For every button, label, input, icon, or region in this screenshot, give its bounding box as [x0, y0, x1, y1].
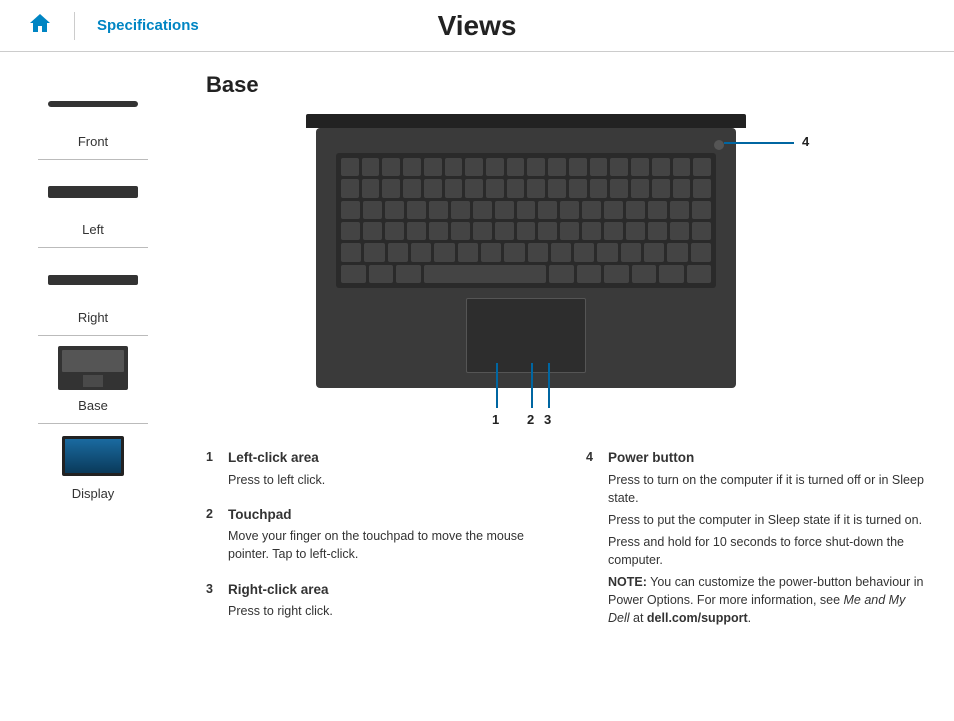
view-thumbnails: Front Left Right Base	[28, 72, 158, 644]
callout-number-1: 1	[492, 412, 499, 427]
feature-column-right: 4 Power button Press to turn on the comp…	[586, 448, 926, 644]
callout-line-3	[548, 363, 550, 408]
feature-column-left: 1 Left-click area Press to left click. 2…	[206, 448, 546, 644]
page-title: Views	[438, 10, 517, 42]
specifications-link[interactable]: Specifications	[97, 17, 199, 34]
thumb-display[interactable]: Display	[38, 424, 148, 511]
callout-line-2	[531, 363, 533, 408]
feature-2-num: 2	[206, 505, 228, 568]
callout-number-4: 4	[802, 134, 809, 149]
feature-1-num: 1	[206, 448, 228, 493]
feature-3-title: Right-click area	[228, 580, 546, 600]
base-diagram: 4 1 2 3	[246, 118, 886, 428]
thumb-left-label: Left	[82, 222, 104, 237]
thumb-front-label: Front	[78, 134, 108, 149]
thumb-base[interactable]: Base	[38, 336, 148, 424]
feature-2: 2 Touchpad Move your finger on the touch…	[206, 505, 546, 568]
callout-number-2: 2	[527, 412, 534, 427]
thumb-front[interactable]: Front	[38, 72, 148, 160]
feature-4: 4 Power button Press to turn on the comp…	[586, 448, 926, 632]
feature-4-num: 4	[586, 448, 608, 632]
thumb-base-image	[38, 344, 148, 392]
feature-4-note: NOTE: You can customize the power-button…	[608, 573, 926, 627]
thumb-display-label: Display	[72, 486, 115, 501]
feature-3-desc: Press to right click.	[228, 602, 546, 620]
callout-line-1	[496, 363, 498, 408]
home-icon[interactable]	[28, 12, 52, 39]
feature-4-title: Power button	[608, 448, 926, 468]
thumb-base-label: Base	[78, 398, 108, 413]
feature-1: 1 Left-click area Press to left click.	[206, 448, 546, 493]
laptop-base-illustration	[316, 128, 736, 388]
thumb-left[interactable]: Left	[38, 160, 148, 248]
laptop-keyboard	[336, 153, 716, 288]
feature-4-p2: Press to put the computer in Sleep state…	[608, 511, 926, 529]
feature-4-p1: Press to turn on the computer if it is t…	[608, 471, 926, 507]
main-panel: Base 4 1	[158, 72, 926, 644]
laptop-power-button	[714, 140, 724, 150]
feature-4-p3: Press and hold for 10 seconds to force s…	[608, 533, 926, 569]
feature-3-num: 3	[206, 580, 228, 625]
callout-number-3: 3	[544, 412, 551, 427]
content-area: Front Left Right Base	[0, 52, 954, 644]
thumb-front-image	[38, 80, 148, 128]
feature-1-desc: Press to left click.	[228, 471, 546, 489]
header-divider	[74, 12, 75, 40]
feature-3: 3 Right-click area Press to right click.	[206, 580, 546, 625]
thumb-right[interactable]: Right	[38, 248, 148, 336]
callout-line-4	[724, 142, 794, 144]
laptop-hinge	[306, 114, 746, 128]
thumb-right-label: Right	[78, 310, 108, 325]
feature-2-desc: Move your finger on the touchpad to move…	[228, 527, 546, 563]
feature-1-title: Left-click area	[228, 448, 546, 468]
thumb-left-image	[38, 168, 148, 216]
thumb-display-image	[38, 432, 148, 480]
laptop-touchpad	[466, 298, 586, 373]
section-title: Base	[206, 72, 926, 98]
feature-2-title: Touchpad	[228, 505, 546, 525]
feature-columns: 1 Left-click area Press to left click. 2…	[206, 448, 926, 644]
thumb-right-image	[38, 256, 148, 304]
header-bar: Specifications Views	[0, 0, 954, 52]
